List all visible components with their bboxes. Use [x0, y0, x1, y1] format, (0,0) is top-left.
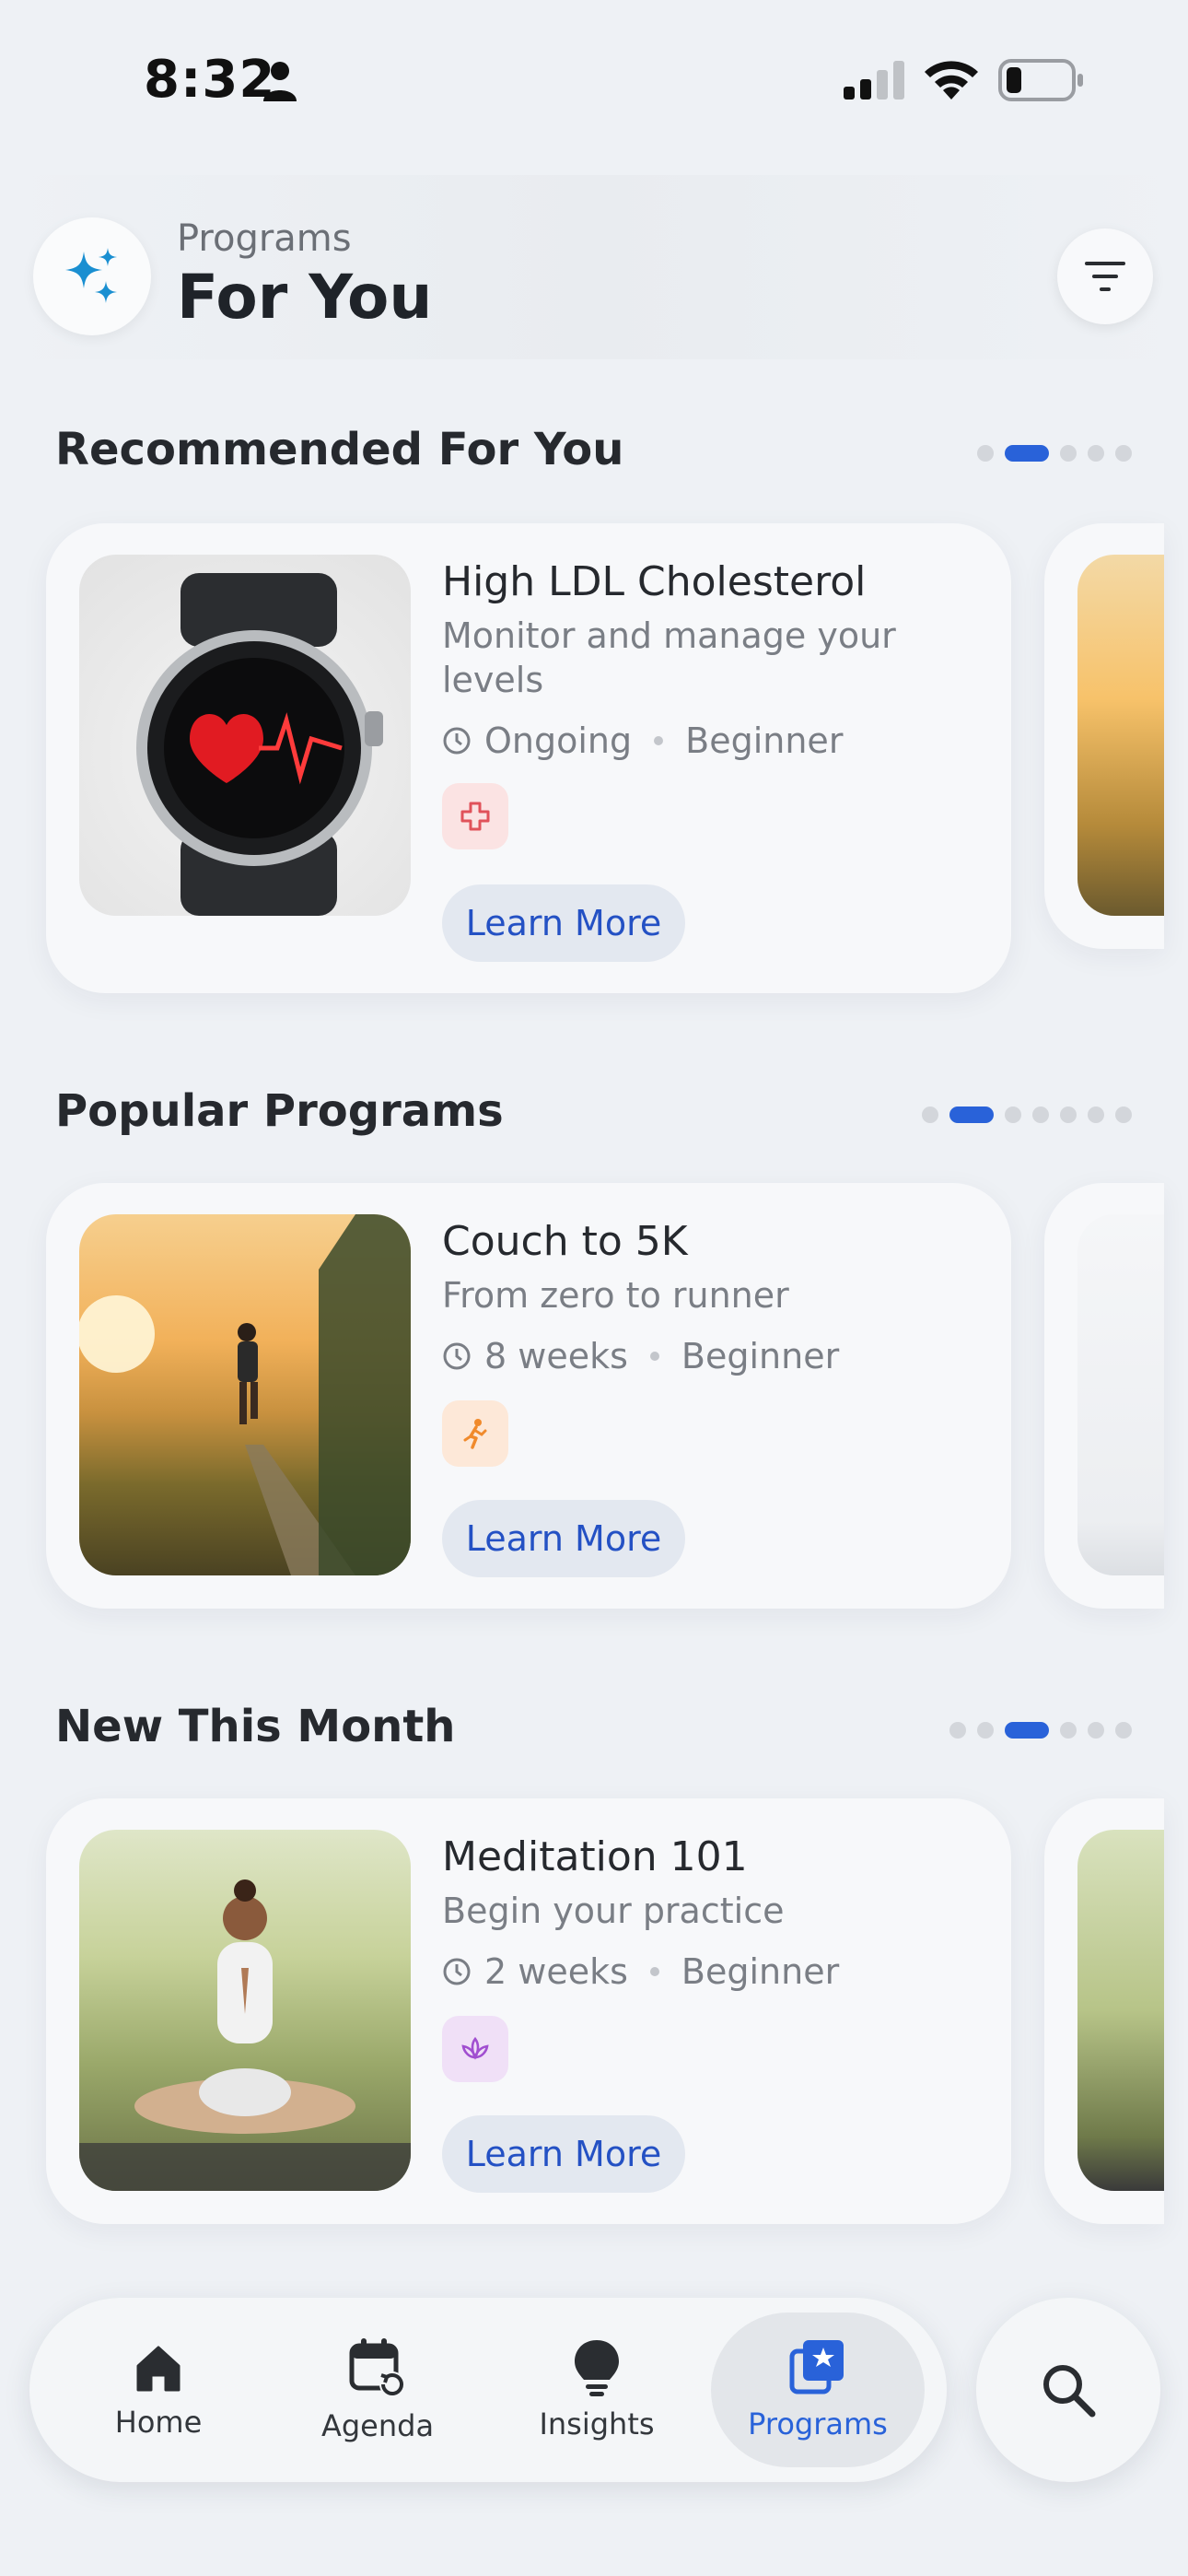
runner-image	[79, 1214, 411, 1575]
carousel-dot[interactable]	[1060, 1722, 1077, 1739]
header-subtitle: Programs	[177, 217, 352, 260]
carousel-indicator[interactable]	[977, 445, 1132, 462]
carousel-dot[interactable]	[1060, 445, 1077, 462]
carousel-dot[interactable]	[949, 1722, 966, 1739]
learn-more-button[interactable]: Learn More	[442, 884, 685, 962]
program-meta: Ongoing Beginner	[442, 720, 843, 761]
program-image-runner	[79, 1214, 411, 1575]
clock-icon	[443, 1958, 471, 1985]
program-meta: 2 weeks Beginner	[442, 1951, 839, 1992]
program-description: From zero to runner	[442, 1275, 789, 1316]
carousel-dot[interactable]	[1088, 445, 1104, 462]
sparkle-icon	[65, 248, 117, 303]
next-card-peek[interactable]	[1044, 523, 1164, 949]
section-title-recommended: Recommended For You	[55, 424, 624, 475]
medical-cross-icon	[460, 802, 490, 831]
carousel-dot-active[interactable]	[1005, 1722, 1049, 1739]
clock-icon	[443, 727, 471, 755]
learn-more-button[interactable]: Learn More	[442, 1500, 685, 1577]
nav-item-programs[interactable]: Programs	[711, 2313, 925, 2467]
program-level: Beginner	[681, 1336, 840, 1376]
running-icon	[463, 1419, 487, 1449]
wifi-icon	[925, 61, 978, 100]
section-title-popular: Popular Programs	[55, 1085, 504, 1137]
home-icon	[136, 2346, 181, 2392]
meta-separator	[649, 1967, 659, 1976]
program-image-smartwatch	[79, 555, 411, 916]
carousel-indicator[interactable]	[922, 1107, 1132, 1123]
program-card-meditation[interactable]: Meditation 101 Begin your practice 2 wee…	[46, 1798, 1011, 2224]
filter-icon	[1085, 262, 1125, 291]
nav-item-agenda[interactable]: Agenda	[271, 2298, 484, 2482]
battery-icon	[998, 59, 1083, 101]
meta-separator	[649, 1352, 659, 1361]
search-button[interactable]	[976, 2298, 1160, 2482]
calendar-icon	[349, 2338, 405, 2397]
nav-label: Programs	[748, 2406, 888, 2441]
smartwatch-image	[136, 573, 383, 916]
next-card-image	[1077, 1830, 1164, 2191]
program-description: Monitor and manage your levels	[442, 615, 896, 700]
next-card-peek[interactable]	[1044, 1183, 1164, 1609]
category-badge	[442, 1400, 508, 1467]
learn-more-button[interactable]: Learn More	[442, 2115, 685, 2193]
filter-button[interactable]	[1057, 228, 1153, 324]
carousel-dot[interactable]	[1088, 1107, 1104, 1123]
carousel-dot[interactable]	[977, 445, 994, 462]
search-icon	[1043, 2365, 1096, 2418]
program-duration: 2 weeks	[484, 1951, 628, 1992]
nav-label: Home	[114, 2405, 203, 2440]
programs-icon	[789, 2340, 844, 2395]
category-badge	[442, 783, 508, 849]
sparkle-button[interactable]	[33, 217, 151, 335]
carousel-dot[interactable]	[1032, 1107, 1049, 1123]
carousel-indicator[interactable]	[949, 1722, 1132, 1739]
status-time: 8:32	[144, 50, 276, 110]
lotus-icon	[461, 2036, 489, 2060]
carousel-dot[interactable]	[1115, 1722, 1132, 1739]
program-description: Begin your practice	[442, 1891, 785, 1931]
category-badge	[442, 2016, 508, 2082]
signal-icon	[844, 61, 904, 100]
bottom-nav: Home Agenda Insights Programs	[29, 2298, 947, 2482]
program-duration: 8 weeks	[484, 1336, 628, 1376]
nav-label: Insights	[539, 2406, 655, 2441]
nav-label: Agenda	[320, 2408, 435, 2443]
program-title: High LDL Cholesterol	[442, 558, 867, 605]
program-title: Couch to 5K	[442, 1218, 688, 1265]
section-title-new: New This Month	[55, 1701, 456, 1752]
clock-icon	[443, 1342, 471, 1370]
meditation-image	[79, 1879, 411, 2191]
carousel-dot[interactable]	[922, 1107, 938, 1123]
program-duration: Ongoing	[484, 720, 633, 761]
page-title: For You	[177, 262, 433, 333]
carousel-dot[interactable]	[1088, 1722, 1104, 1739]
next-card-peek[interactable]	[1044, 1798, 1164, 2224]
program-meta: 8 weeks Beginner	[442, 1336, 839, 1376]
program-level: Beginner	[681, 1951, 840, 1992]
program-card-couch-to-5k[interactable]: Couch to 5K From zero to runner 8 weeks …	[46, 1183, 1011, 1609]
program-image-meditation	[79, 1830, 411, 2191]
nav-item-insights[interactable]: Insights	[490, 2298, 704, 2482]
carousel-dot[interactable]	[1115, 445, 1132, 462]
carousel-dot-active[interactable]	[949, 1107, 994, 1123]
carousel-dot-active[interactable]	[1005, 445, 1049, 462]
lightbulb-icon	[575, 2340, 619, 2396]
next-card-image	[1077, 1214, 1164, 1575]
meta-separator	[654, 736, 664, 745]
program-title: Meditation 101	[442, 1833, 748, 1880]
program-card-cholesterol[interactable]: High LDL Cholesterol Monitor and manage …	[46, 523, 1011, 993]
carousel-dot[interactable]	[977, 1722, 994, 1739]
carousel-dot[interactable]	[1005, 1107, 1021, 1123]
carousel-dot[interactable]	[1115, 1107, 1132, 1123]
carousel-dot[interactable]	[1060, 1107, 1077, 1123]
nav-item-home[interactable]: Home	[52, 2298, 265, 2482]
next-card-image	[1077, 555, 1164, 916]
person-icon	[263, 62, 297, 101]
program-level: Beginner	[685, 720, 844, 761]
